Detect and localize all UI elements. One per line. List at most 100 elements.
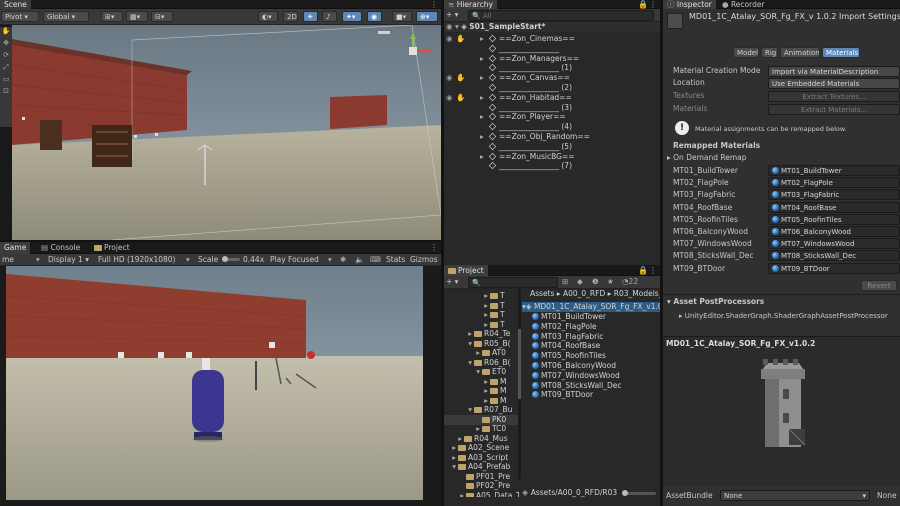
create-asset-button[interactable]: + ▾ <box>446 277 458 287</box>
material-asset-item[interactable]: MT07_WindowsWood <box>532 371 620 381</box>
hand-tool-icon[interactable]: ✋ <box>0 27 12 39</box>
folder-tree-item[interactable]: ▾ R06_B( <box>444 358 519 368</box>
visibility-icon[interactable]: ◉ <box>446 22 453 31</box>
tab-recorder[interactable]: ● Recorder <box>718 0 769 9</box>
rotate-tool-icon[interactable]: ⟳ <box>0 51 12 63</box>
chevron-icon[interactable]: ▾ <box>444 339 474 349</box>
chevron-icon[interactable]: ▸ <box>444 434 464 444</box>
chevron-right-icon[interactable]: ▸ <box>480 54 489 64</box>
tab-game[interactable]: Game <box>0 242 31 254</box>
folder-tree-item[interactable]: PF02_Pre <box>444 481 519 491</box>
material-asset-item[interactable]: MT04_RoofBase <box>532 341 600 351</box>
scale-tool-icon[interactable]: ⤢ <box>0 63 12 75</box>
material-asset-item[interactable]: MT03_FlagFabric <box>532 332 603 342</box>
material-asset-item[interactable]: MT02_FlagPole <box>532 322 597 332</box>
hierarchy-item[interactable]: ◉ ✋ ▸ ==Zon_Cinemas== <box>444 34 660 44</box>
folder-tree-item[interactable]: ▸ TC0 <box>444 424 519 434</box>
chevron-icon[interactable]: ▸ <box>444 453 458 463</box>
folder-tree-item[interactable]: ▸ A03_Script <box>444 453 519 463</box>
folder-tree-item[interactable]: ▸ T <box>444 320 519 330</box>
extract-textures-button[interactable]: Extract Textures... <box>768 91 900 102</box>
breadcrumb-models[interactable]: R03_Models_3 <box>614 289 660 298</box>
chevron-icon[interactable]: ▸ <box>444 443 458 453</box>
chevron-icon[interactable]: ▾ <box>444 358 474 368</box>
visibility-icon[interactable]: ◉ <box>446 73 456 83</box>
chevron-icon[interactable]: ▸ <box>444 348 482 358</box>
scene-visibility-icon[interactable]: ◉ <box>367 11 382 22</box>
chevron-icon[interactable]: ▸ <box>444 291 490 301</box>
mute-audio-icon[interactable]: 🔈 <box>355 255 364 265</box>
hierarchy-search-input[interactable]: 🔍 All <box>468 10 654 21</box>
project-search-input[interactable]: 🔍 <box>468 277 558 288</box>
breadcrumb-assets[interactable]: Assets <box>530 289 554 298</box>
folder-tree-item[interactable]: ▸ A05_Data_T <box>444 491 519 498</box>
folder-tree-item[interactable]: ▸ T <box>444 291 519 301</box>
camera-icon[interactable]: ■▾ <box>392 11 412 22</box>
chevron-right-icon[interactable]: ▸ <box>480 73 489 83</box>
folder-tree-item[interactable]: ▸ T <box>444 310 519 320</box>
lock-icon[interactable]: 🔒 <box>638 266 648 275</box>
material-asset-item[interactable]: MT05_RoofinTiles <box>532 351 606 361</box>
chevron-right-icon[interactable]: ▸ <box>480 152 489 162</box>
picking-icon[interactable]: ✋ <box>456 73 466 83</box>
subtab-model[interactable]: Model <box>733 47 759 58</box>
remap-material-field[interactable]: MT06_BalconyWood <box>768 226 900 237</box>
postprocessors-foldout[interactable]: ▾ Asset PostProcessors <box>667 297 764 307</box>
gizmos-button[interactable]: Gizmos <box>410 255 438 265</box>
audio-toggle-icon[interactable]: ♪ <box>322 11 337 22</box>
remap-material-field[interactable]: MT02_FlagPole <box>768 177 900 189</box>
chevron-down-icon[interactable]: ▾ <box>455 22 459 31</box>
folder-tree-item[interactable]: ▸ AT0 <box>444 348 519 358</box>
folder-tree-item[interactable]: ▸ A02_Scene <box>444 443 519 453</box>
chevron-icon[interactable]: ▾ <box>444 367 482 377</box>
tab-inspector[interactable]: ⓘ Inspector <box>663 0 716 9</box>
hierarchy-item[interactable]: ▸ ==Zon_Obj_Random== <box>444 132 660 142</box>
remap-material-field[interactable]: MT09_BTDoor <box>768 262 900 274</box>
folder-tree-item[interactable]: ▸ T <box>444 301 519 311</box>
breadcrumb-rfd[interactable]: A00_0_RFD <box>563 289 605 298</box>
tab-hierarchy[interactable]: ≡ Hierarchy <box>444 0 497 9</box>
chevron-right-icon[interactable]: ▸ <box>480 112 489 122</box>
rect-tool-icon[interactable]: ▭ <box>0 75 12 87</box>
play-mode-dropdown[interactable]: Play Focused <box>270 255 319 265</box>
revert-button[interactable]: Revert <box>861 280 897 291</box>
move-tool-icon[interactable]: ✥ <box>0 39 12 51</box>
selected-model-row[interactable]: ▾◈ MD01_1C_Atalay_SOR_Fg_FX_v1.0 <box>522 302 660 312</box>
hierarchy-item[interactable]: ________________ (5) <box>444 142 660 152</box>
increment-snap-icon[interactable]: ⊟▾ <box>151 11 173 22</box>
scene-root-row[interactable]: ◉ ▾ ◈ S01_SampleStart* <box>444 22 660 32</box>
folder-tree-item[interactable]: ▸ M <box>444 377 519 387</box>
bug-icon[interactable]: ✱ <box>340 255 346 265</box>
lock-icon[interactable]: 🔒 <box>638 0 648 9</box>
game-viewport[interactable] <box>6 266 423 500</box>
chevron-icon[interactable]: ▸ <box>444 491 466 498</box>
assetbundle-variant[interactable]: None <box>877 491 897 501</box>
display-dropdown[interactable]: Display 1 ▾ <box>48 255 89 265</box>
label-filter-icon[interactable]: ◆ <box>577 277 583 287</box>
tab-project[interactable]: Project <box>90 242 134 254</box>
folder-tree-item[interactable]: ▸ M <box>444 386 519 396</box>
hierarchy-item[interactable]: ________________ (1) <box>444 63 660 73</box>
subtab-materials[interactable]: Materials <box>822 47 860 58</box>
remap-material-field[interactable]: MT04_RoofBase <box>768 201 900 213</box>
folder-tree-item[interactable]: ▾ R07_Bu <box>444 405 519 415</box>
subtab-rig[interactable]: Rig <box>761 47 778 58</box>
game-mode-dropdown[interactable]: me <box>2 255 14 265</box>
visibility-icon[interactable]: ◉ <box>446 93 456 103</box>
tab-scene[interactable]: Scene <box>0 0 31 9</box>
icon-size-slider[interactable] <box>622 490 656 496</box>
remap-material-field[interactable]: MT05_RoofinTiles <box>768 213 900 225</box>
hierarchy-item[interactable]: ________________ (2) <box>444 83 660 93</box>
hierarchy-item[interactable]: ◉ ✋ ▸ ==Zon_Canvas== <box>444 73 660 83</box>
orientation-gizmo[interactable] <box>395 33 431 69</box>
folder-tree-item[interactable]: ▾ A04_Prefab <box>444 462 519 472</box>
chevron-icon[interactable]: ▸ <box>444 377 490 387</box>
folder-tree-item[interactable]: ▸ R04_Te <box>444 329 519 339</box>
pivot-dropdown[interactable]: Pivot ▾ <box>1 11 39 22</box>
folder-tree-item[interactable]: PK0 <box>444 414 519 425</box>
hierarchy-item[interactable]: ________________ (7) <box>444 161 660 171</box>
shading-mode-icon[interactable]: ◐▾ <box>258 11 278 22</box>
chevron-icon[interactable]: ▾ <box>444 405 474 415</box>
hierarchy-item[interactable]: ▸ ==Zon_MusicBG== <box>444 152 660 162</box>
remap-material-field[interactable]: MT01_BuildTower <box>768 165 900 176</box>
